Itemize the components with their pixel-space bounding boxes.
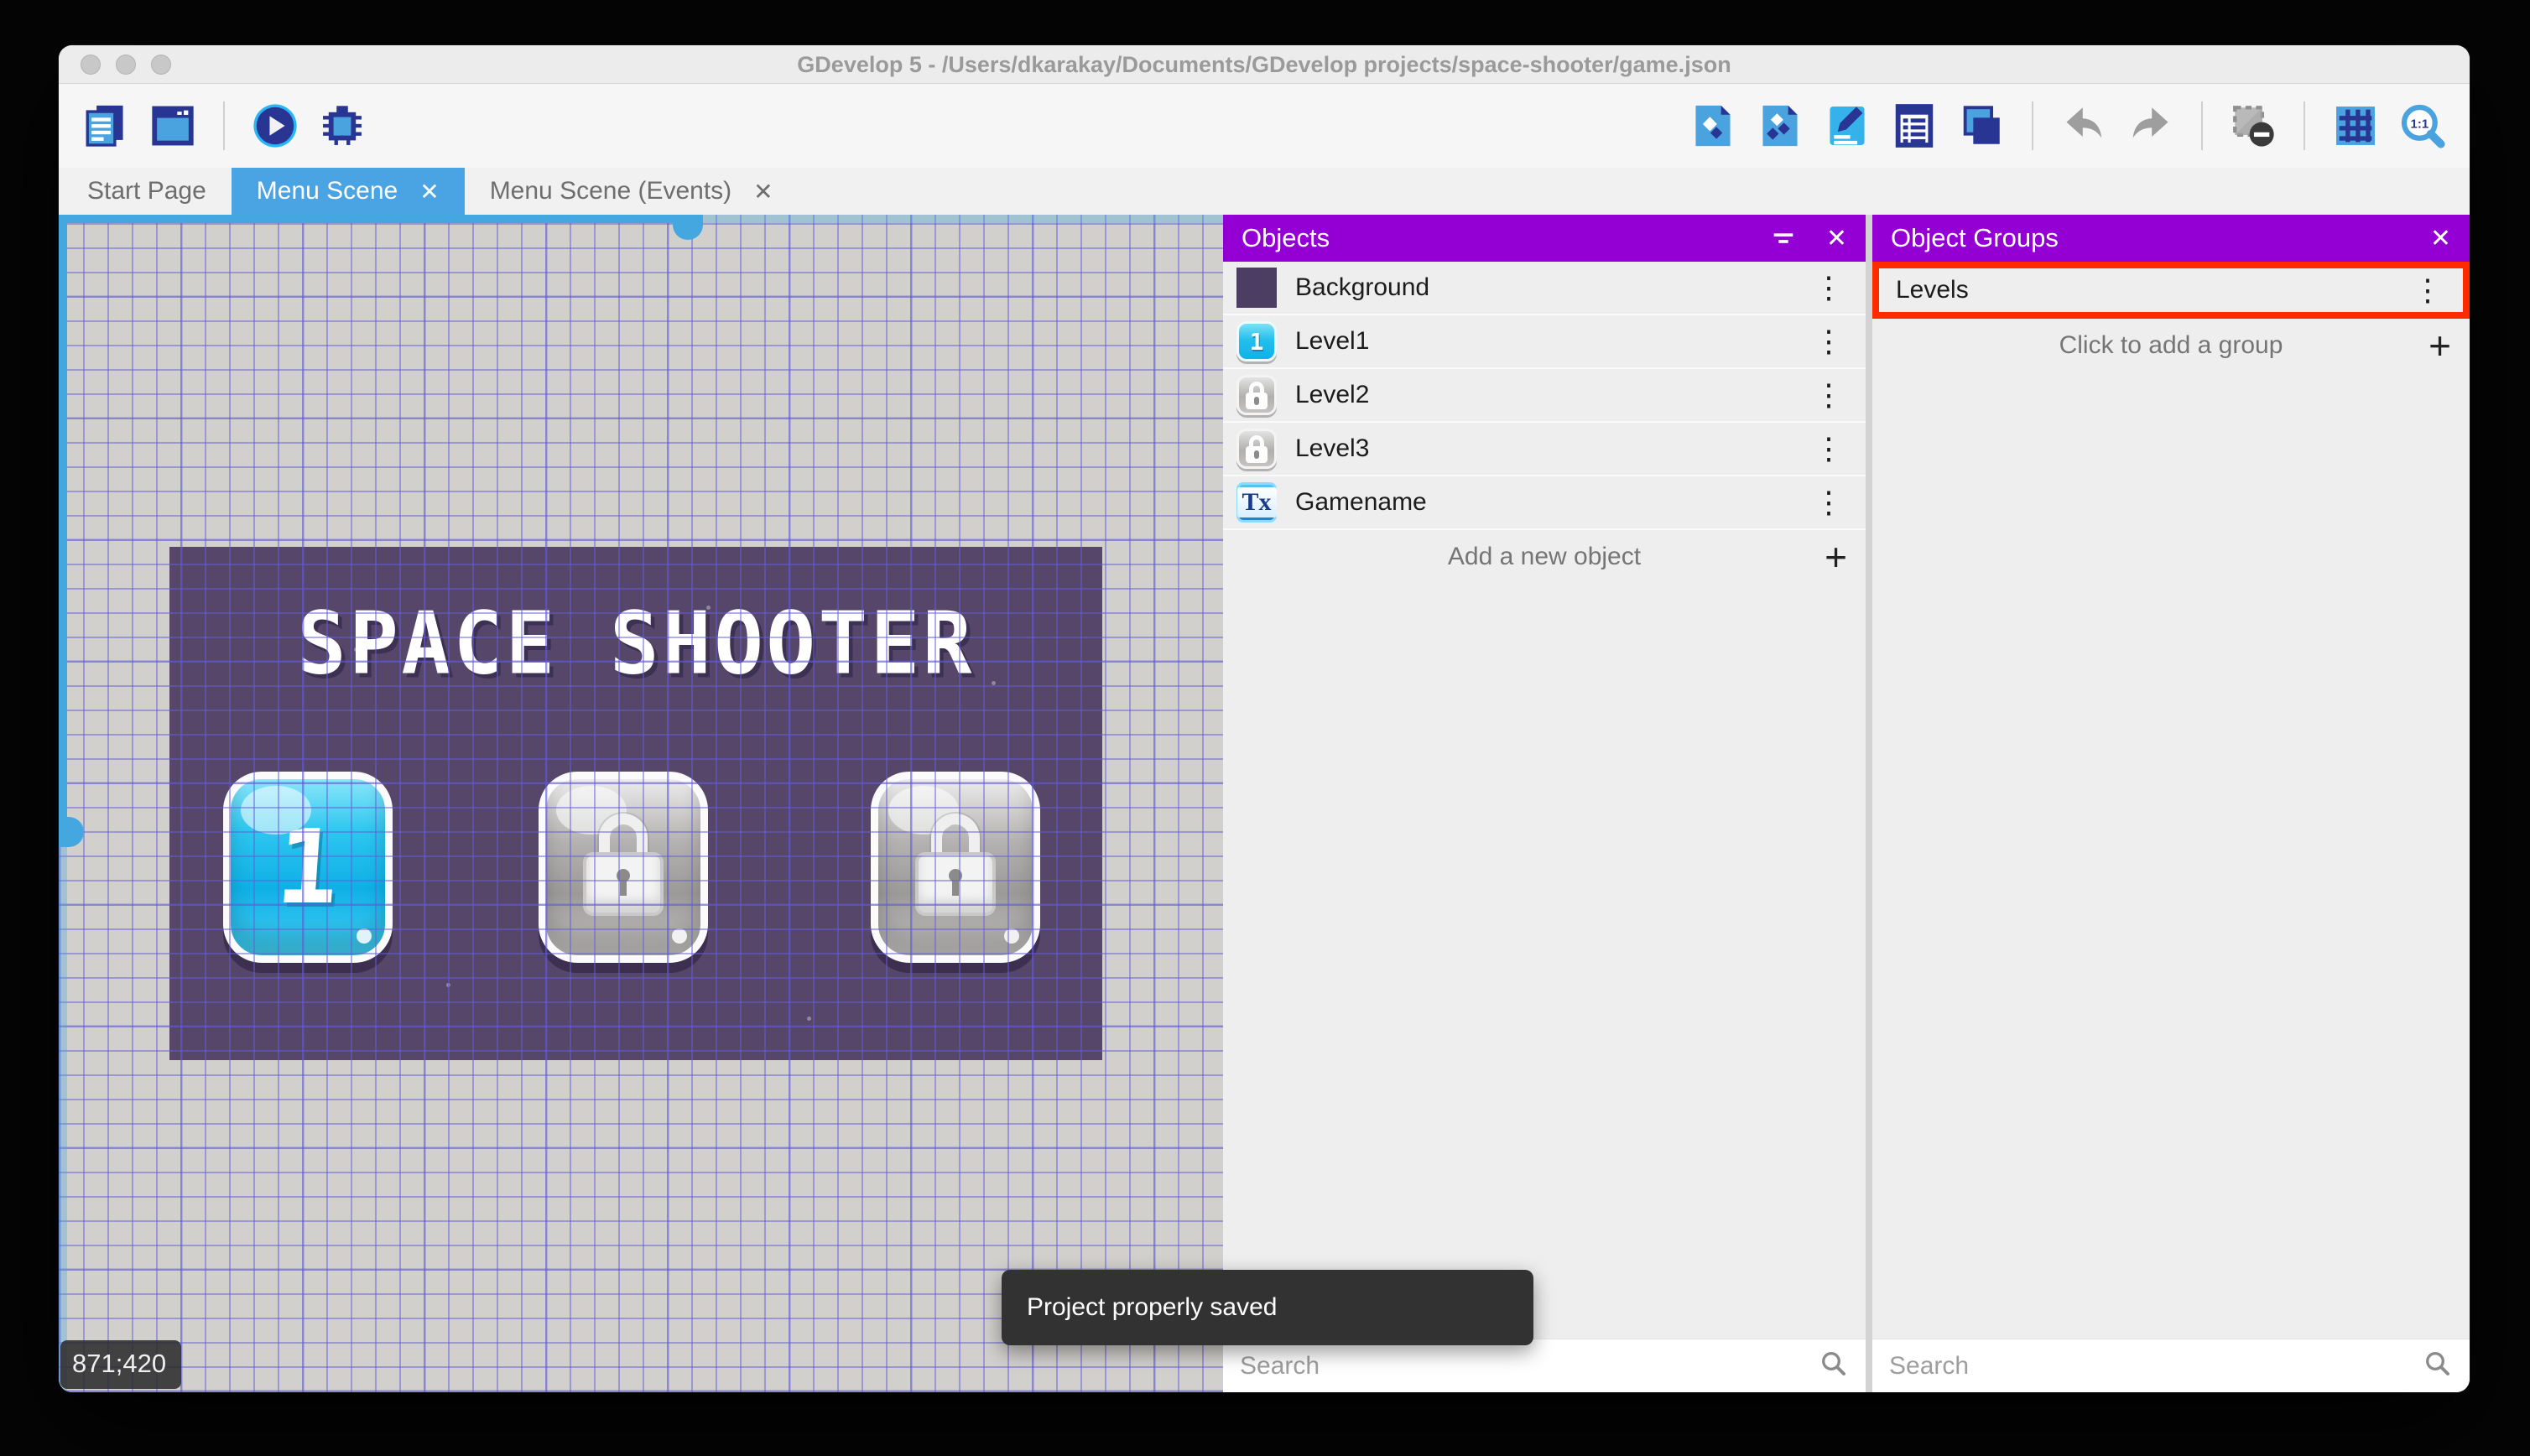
- toolbar-divider: [223, 101, 225, 150]
- close-icon[interactable]: ✕: [753, 178, 773, 205]
- kebab-menu-icon[interactable]: ⋮: [1805, 487, 1852, 517]
- window-mask-icon[interactable]: [2228, 101, 2278, 151]
- svg-text:1:1: 1:1: [2411, 117, 2429, 131]
- tab-label: Menu Scene (Events): [489, 177, 732, 205]
- save-toast: Project properly saved: [1002, 1270, 1533, 1345]
- kebab-menu-icon[interactable]: ⋮: [1805, 380, 1852, 410]
- search-icon[interactable]: [1819, 1349, 1849, 1383]
- toolbar-divider: [2032, 101, 2033, 150]
- kebab-menu-icon[interactable]: ⋮: [1805, 326, 1852, 356]
- layers-icon[interactable]: [1956, 101, 2007, 151]
- debug-icon[interactable]: [317, 101, 367, 151]
- groups-search-bar: [1872, 1339, 2470, 1392]
- main-toolbar: 1:1: [59, 84, 2470, 168]
- toolbar-divider: [2304, 101, 2305, 150]
- objects-editor-icon[interactable]: [1688, 101, 1738, 151]
- level2-thumbnail-icon: [1236, 375, 1277, 415]
- close-icon[interactable]: ✕: [2430, 224, 2451, 253]
- object-name: Background: [1295, 273, 1430, 301]
- kebab-menu-icon[interactable]: ⋮: [1805, 434, 1852, 464]
- close-icon[interactable]: ✕: [1826, 224, 1847, 253]
- cursor-coordinates-badge: 871;420: [60, 1340, 182, 1389]
- zoom-1to1-icon[interactable]: 1:1: [2397, 101, 2448, 151]
- redo-icon[interactable]: [2126, 101, 2176, 151]
- level3-thumbnail-icon: [1236, 429, 1277, 469]
- properties-icon[interactable]: [1822, 101, 1872, 151]
- level1-button-object[interactable]: 1: [223, 772, 393, 963]
- object-name: Level3: [1295, 434, 1370, 462]
- tab-label: Menu Scene: [256, 177, 398, 205]
- main-area: SPACE SHOOTER 1 871;420 Objects ✕ Backgr…: [59, 215, 2470, 1392]
- kebab-menu-icon[interactable]: ⋮: [2404, 275, 2451, 305]
- objects-panel-header: Objects ✕: [1223, 215, 1866, 262]
- plus-icon[interactable]: +: [2428, 326, 2451, 365]
- toolbar-left-group: [81, 101, 367, 151]
- tab-start-page[interactable]: Start Page: [62, 168, 232, 215]
- title-bar: GDevelop 5 - /Users/dkarakay/Documents/G…: [59, 45, 2470, 84]
- object-groups-panel-header: Object Groups ✕: [1872, 215, 2470, 262]
- filter-icon[interactable]: [1769, 224, 1798, 252]
- window-title: GDevelop 5 - /Users/dkarakay/Documents/G…: [797, 52, 1731, 77]
- groups-search-input[interactable]: [1889, 1351, 2423, 1381]
- toolbar-divider: [2201, 101, 2203, 150]
- level2-button-object[interactable]: [539, 772, 708, 963]
- objects-panel-title: Objects: [1242, 223, 1330, 252]
- object-name: Level1: [1295, 327, 1370, 355]
- close-icon[interactable]: ✕: [419, 178, 439, 205]
- lock-icon: [912, 814, 999, 921]
- horizontal-scrollbar-thumb[interactable]: [59, 215, 688, 223]
- toast-message: Project properly saved: [1027, 1293, 1278, 1321]
- scene-background-object[interactable]: SPACE SHOOTER 1: [169, 547, 1102, 1060]
- object-row-level3[interactable]: Level3 ⋮: [1223, 423, 1866, 476]
- grid-icon[interactable]: [2330, 101, 2381, 151]
- scene-window-icon[interactable]: [148, 101, 198, 151]
- tab-menu-scene-events[interactable]: Menu Scene (Events) ✕: [465, 168, 799, 215]
- lock-icon: [580, 814, 667, 921]
- object-groups-panel: Object Groups ✕ Levels ⋮ Click to add a …: [1872, 215, 2470, 1392]
- tab-menu-scene[interactable]: Menu Scene ✕: [231, 168, 465, 215]
- objects-search-bar: [1223, 1339, 1866, 1392]
- panel-divider[interactable]: [1866, 215, 1872, 1392]
- object-name: Level2: [1295, 381, 1370, 408]
- add-object-button[interactable]: Add a new object +: [1223, 530, 1866, 584]
- gdevelop-window: GDevelop 5 - /Users/dkarakay/Documents/G…: [59, 45, 2470, 1392]
- scene-title-text[interactable]: SPACE SHOOTER: [95, 593, 1177, 694]
- group-name: Levels: [1896, 276, 1969, 304]
- plus-icon[interactable]: +: [1825, 538, 1847, 576]
- text-object-thumbnail-icon: Tx: [1236, 482, 1277, 523]
- object-groups-panel-title: Object Groups: [1891, 223, 2059, 252]
- horizontal-scrollbar-handle[interactable]: [673, 215, 703, 240]
- kebab-menu-icon[interactable]: ⋮: [1805, 273, 1852, 303]
- background-thumbnail-icon: [1236, 268, 1277, 308]
- object-row-background[interactable]: Background ⋮: [1223, 262, 1866, 315]
- level1-thumbnail-icon: 1: [1236, 321, 1277, 361]
- level3-button-object[interactable]: [871, 772, 1040, 963]
- editor-tabbar: Start Page Menu Scene ✕ Menu Scene (Even…: [59, 168, 2470, 215]
- add-group-button[interactable]: Click to add a group +: [1872, 319, 2470, 372]
- object-name: Gamename: [1295, 488, 1427, 516]
- undo-icon[interactable]: [2059, 101, 2109, 151]
- group-row-levels[interactable]: Levels ⋮: [1872, 262, 2470, 319]
- vertical-scrollbar-handle[interactable]: [59, 817, 84, 847]
- vertical-scrollbar-thumb[interactable]: [59, 215, 67, 832]
- tab-label: Start Page: [87, 177, 206, 205]
- project-manager-icon[interactable]: [81, 101, 131, 151]
- level1-number: 1: [273, 808, 343, 927]
- object-row-level2[interactable]: Level2 ⋮: [1223, 369, 1866, 423]
- object-groups-editor-icon[interactable]: [1755, 101, 1805, 151]
- object-row-gamename[interactable]: Tx Gamename ⋮: [1223, 476, 1866, 530]
- scene-editor-canvas[interactable]: SPACE SHOOTER 1 871;420: [59, 215, 1223, 1392]
- instances-list-icon[interactable]: [1889, 101, 1939, 151]
- play-preview-icon[interactable]: [250, 101, 300, 151]
- objects-search-input[interactable]: [1240, 1351, 1819, 1381]
- search-icon[interactable]: [2423, 1349, 2453, 1383]
- objects-panel-empty-space: [1223, 584, 1866, 1339]
- objects-panel: Objects ✕ Background ⋮ 1 Level1 ⋮ Level2…: [1223, 215, 1866, 1392]
- groups-panel-empty-space: [1872, 372, 2470, 1339]
- object-row-level1[interactable]: 1 Level1 ⋮: [1223, 315, 1866, 369]
- add-group-label: Click to add a group: [2059, 331, 2283, 359]
- add-object-label: Add a new object: [1447, 543, 1642, 570]
- toolbar-right-group: 1:1: [1688, 101, 2448, 151]
